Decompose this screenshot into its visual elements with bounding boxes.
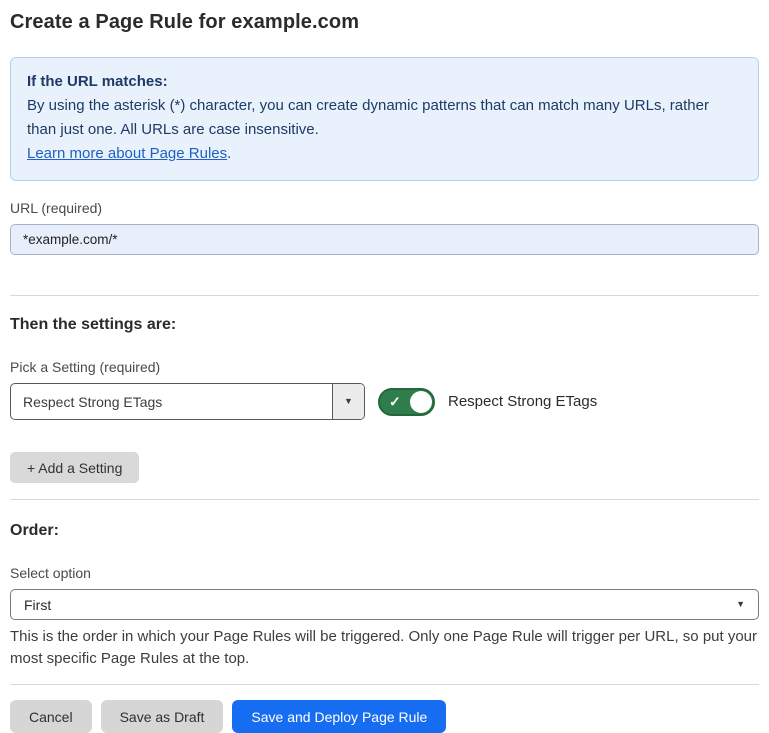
add-setting-button[interactable]: + Add a Setting — [10, 452, 139, 483]
page-title: Create a Page Rule for example.com — [10, 11, 759, 34]
order-select-label: Select option — [10, 565, 759, 581]
setting-select[interactable]: Respect Strong ETags ▼ — [10, 383, 365, 420]
info-box-body: By using the asterisk (*) character, you… — [27, 94, 742, 142]
order-help-text: This is the order in which your Page Rul… — [10, 626, 759, 669]
footer-actions: Cancel Save as Draft Save and Deploy Pag… — [10, 700, 759, 733]
link-suffix: . — [227, 145, 231, 162]
toggle-knob — [410, 391, 432, 413]
save-deploy-button[interactable]: Save and Deploy Page Rule — [232, 700, 446, 733]
divider — [10, 684, 759, 685]
info-box-heading: If the URL matches: — [27, 70, 742, 94]
cancel-button[interactable]: Cancel — [10, 700, 92, 733]
url-field-label: URL (required) — [10, 200, 759, 216]
url-input[interactable] — [10, 224, 759, 255]
learn-more-link[interactable]: Learn more about Page Rules — [27, 145, 227, 162]
chevron-down-icon: ▼ — [344, 397, 353, 406]
save-draft-button[interactable]: Save as Draft — [101, 700, 224, 733]
setting-row: Respect Strong ETags ▼ ✓ Respect Strong … — [10, 383, 759, 420]
divider — [10, 295, 759, 296]
order-section-heading: Order: — [10, 522, 759, 540]
order-select-value: First — [24, 597, 51, 613]
setting-select-value: Respect Strong ETags — [11, 384, 332, 419]
url-match-info-box: If the URL matches: By using the asteris… — [10, 57, 759, 181]
create-page-rule-form: Create a Page Rule for example.com If th… — [0, 0, 769, 733]
info-box-link-line: Learn more about Page Rules. — [27, 142, 742, 166]
pick-setting-label: Pick a Setting (required) — [10, 359, 759, 375]
setting-select-arrow-button[interactable]: ▼ — [332, 384, 364, 419]
divider — [10, 499, 759, 500]
order-select[interactable]: First ▼ — [10, 589, 759, 620]
check-icon: ✓ — [389, 393, 401, 410]
chevron-down-icon: ▼ — [736, 600, 745, 609]
setting-toggle[interactable]: ✓ — [378, 388, 435, 416]
settings-section-heading: Then the settings are: — [10, 316, 759, 334]
toggle-label: Respect Strong ETags — [448, 393, 597, 410]
